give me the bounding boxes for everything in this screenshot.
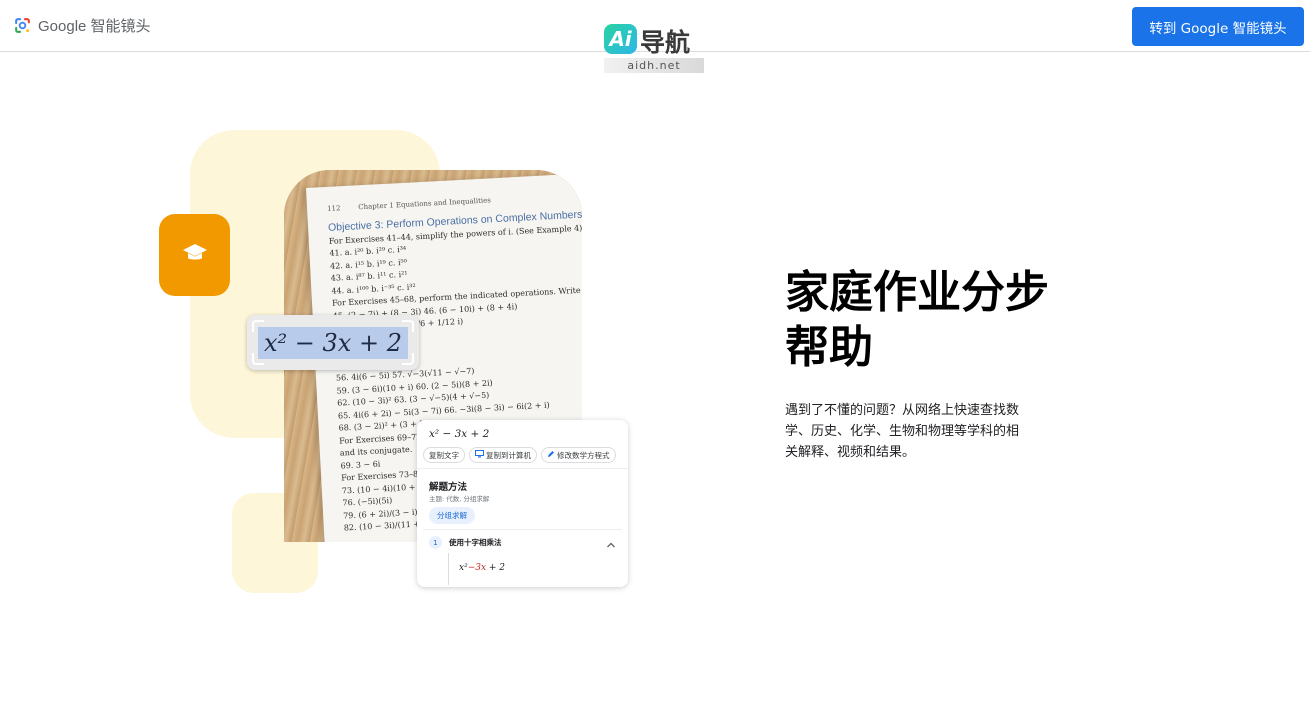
watermark-badge: Ai <box>604 24 637 54</box>
copy-text-chip[interactable]: 复制文字 <box>423 447 465 463</box>
google-lens-icon <box>13 16 32 35</box>
watermark-text: 导航 <box>640 28 691 57</box>
step-number: 1 <box>429 536 442 549</box>
goto-lens-button[interactable]: 转到 Google 智能镜头 <box>1132 7 1304 46</box>
brand-logo[interactable]: Google 智能镜头 <box>13 15 151 36</box>
hero-title: 家庭作业分步帮助 <box>785 267 1049 373</box>
homework-tile <box>159 214 230 296</box>
divider <box>423 529 622 530</box>
page-number: 112 <box>326 204 341 213</box>
chapter-label: Chapter 1 Equations and Inequalities <box>358 196 492 212</box>
result-card: x² − 3x + 2 复制文字 复制到计算机 修改数学方程式 解题方法 主题:… <box>417 420 628 587</box>
highlighted-formula: x² − 3x + 2 <box>258 326 408 359</box>
step-formula-term-highlight: −3x <box>467 563 487 573</box>
copy-text-label: 复制文字 <box>429 450 459 460</box>
method-subtitle: 主题: 代数, 分组求解 <box>429 495 490 503</box>
pencil-icon <box>547 450 555 460</box>
hero-description: 遇到了不懂的问题？从网络上快速查找数学、历史、化学、生物和物理等学科的相关解释、… <box>785 403 1020 460</box>
step-formula: x²−3x + 2 <box>459 563 505 573</box>
step-formula-term: x² <box>459 563 468 573</box>
selection-corner <box>252 320 264 332</box>
divider <box>417 468 628 469</box>
watermark: Ai 导航 aidh.net <box>604 24 704 74</box>
formula-selection[interactable]: x² − 3x + 2 <box>247 315 419 370</box>
card-formula: x² − 3x + 2 <box>429 428 490 440</box>
computer-icon <box>475 450 484 460</box>
copy-to-computer-chip[interactable]: 复制到计算机 <box>469 447 537 463</box>
selection-corner <box>402 320 414 332</box>
watermark-url: aidh.net <box>604 58 704 73</box>
selection-corner <box>402 353 414 365</box>
step-connector <box>448 553 449 585</box>
method-title: 解题方法 <box>429 482 468 493</box>
selection-corner <box>252 353 264 365</box>
step-formula-term: + 2 <box>486 563 506 573</box>
edit-equation-label: 修改数学方程式 <box>557 450 610 460</box>
step-label: 使用十字相乘法 <box>449 538 502 547</box>
method-chip[interactable]: 分组求解 <box>429 507 475 524</box>
brand-name: Google 智能镜头 <box>38 18 151 35</box>
graduation-cap-icon <box>182 242 208 268</box>
chevron-up-icon[interactable] <box>605 536 617 548</box>
edit-equation-chip[interactable]: 修改数学方程式 <box>541 447 616 463</box>
copy-to-computer-label: 复制到计算机 <box>486 450 531 460</box>
action-chips: 复制文字 复制到计算机 修改数学方程式 <box>423 447 616 463</box>
